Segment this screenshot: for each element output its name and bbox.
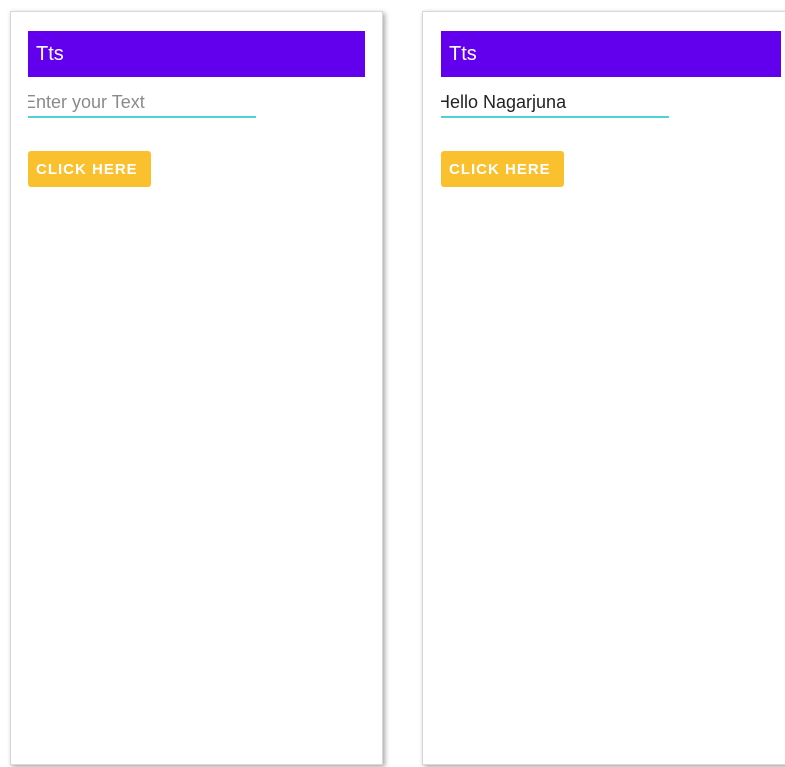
- app-bar-title: Tts: [441, 31, 781, 77]
- text-input[interactable]: [28, 88, 256, 118]
- app-bar-title: Tts: [28, 31, 365, 77]
- click-here-button[interactable]: CLICK HERE: [28, 151, 151, 187]
- phone-screen-empty: Tts CLICK HERE: [10, 11, 383, 765]
- text-input[interactable]: [441, 88, 669, 118]
- phone-screen-filled: Tts CLICK HERE: [422, 11, 785, 765]
- click-here-button[interactable]: CLICK HERE: [441, 151, 564, 187]
